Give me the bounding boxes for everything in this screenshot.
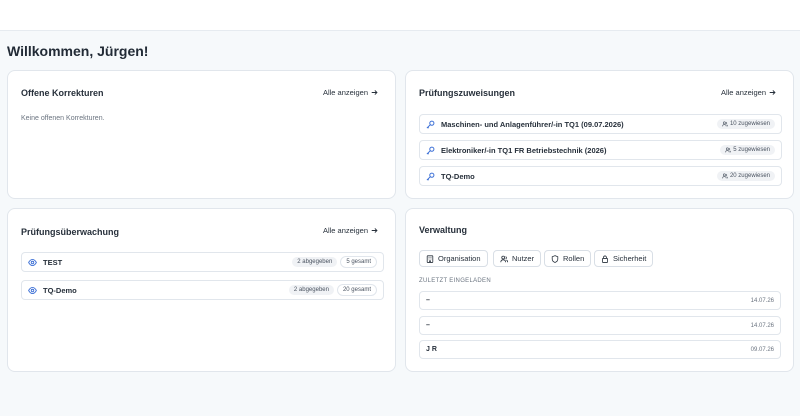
recently-invited-label: Zuletzt eingeladen <box>419 278 491 284</box>
button-label: Rollen <box>563 254 585 263</box>
empty-state-text: Keine offenen Korrekturen. <box>21 115 105 122</box>
rollen-button[interactable]: Rollen <box>544 250 592 267</box>
nutzer-button[interactable]: Nutzer <box>493 250 542 267</box>
invitee-name: – <box>426 297 430 304</box>
assigned-badge: 10 zugewiesen <box>716 119 775 129</box>
card-title: Prüfungszuweisungen <box>419 88 516 98</box>
arrow-right-icon <box>769 90 776 95</box>
key-icon <box>426 120 435 129</box>
organisation-button[interactable]: Organisation <box>419 250 488 267</box>
button-label: Sicherheit <box>613 254 647 263</box>
arrow-right-icon <box>371 228 378 233</box>
lock-icon <box>602 255 608 263</box>
key-icon <box>426 146 435 155</box>
card-pruefungszuweisungen: Prüfungszuweisungen Alle anzeigen Maschi… <box>405 70 794 199</box>
assignment-row[interactable]: Maschinen- und Anlagenführer/-in TQ1 (09… <box>419 114 782 134</box>
invitee-name: – <box>426 322 430 329</box>
show-all-label: Alle anzeigen <box>322 226 368 235</box>
invite-date: 09.07.26 <box>750 346 774 353</box>
card-title: Offene Korrekturen <box>21 88 104 98</box>
eye-icon <box>28 258 37 267</box>
monitoring-row[interactable]: TQ-Demo 2 abgegeben 20 gesamt <box>21 280 384 300</box>
eye-icon <box>28 286 37 295</box>
users-icon <box>725 147 732 153</box>
sicherheit-button[interactable]: Sicherheit <box>594 250 654 267</box>
page-title: Willkommen, Jürgen! <box>7 43 149 59</box>
card-title: Verwaltung <box>419 225 468 235</box>
show-all-link[interactable]: Alle anzeigen <box>323 88 378 97</box>
assigned-count: 10 zugewiesen <box>729 121 770 127</box>
assigned-badge: 5 zugewiesen <box>720 145 775 155</box>
button-label: Organisation <box>438 254 481 263</box>
button-label: Nutzer <box>512 254 535 263</box>
invite-row[interactable]: J R 09.07.26 <box>419 340 781 359</box>
invite-date: 14.07.26 <box>750 297 774 304</box>
exam-name: TQ-Demo <box>43 285 77 295</box>
show-all-link[interactable]: Alle anzeigen <box>721 88 776 97</box>
invite-row[interactable]: – 14.07.26 <box>419 316 781 335</box>
assignment-row[interactable]: TQ-Demo 20 zugewiesen <box>419 166 782 186</box>
assignment-name: Elektroniker/-in TQ1 FR Betriebstechnik … <box>441 145 607 155</box>
users-icon <box>500 255 508 262</box>
invite-date: 14.07.26 <box>750 322 774 329</box>
assigned-count: 5 zugewiesen <box>733 147 770 153</box>
invite-row[interactable]: – 14.07.26 <box>419 291 781 310</box>
key-icon <box>426 172 435 181</box>
submitted-badge: 2 abgegeben <box>292 257 338 267</box>
assigned-badge: 20 zugewiesen <box>716 171 775 181</box>
building-icon <box>426 254 434 263</box>
users-icon <box>722 121 728 127</box>
top-bar <box>0 0 800 31</box>
submitted-badge: 2 abgegeben <box>288 285 334 295</box>
assignment-name: Maschinen- und Anlagenführer/-in TQ1 (09… <box>441 119 624 129</box>
shield-icon <box>551 254 559 263</box>
card-title: Prüfungsüberwachung <box>21 227 120 237</box>
show-all-label: Alle anzeigen <box>720 88 766 97</box>
users-icon <box>722 173 728 179</box>
invitee-name: J R <box>426 346 437 353</box>
assigned-count: 20 zugewiesen <box>729 173 770 179</box>
total-badge: 20 gesamt <box>336 284 377 296</box>
arrow-right-icon <box>371 90 378 95</box>
show-all-label: Alle anzeigen <box>322 88 368 97</box>
show-all-link[interactable]: Alle anzeigen <box>323 226 378 235</box>
card-pruefungsueberwachung: Prüfungsüberwachung Alle anzeigen TEST 2… <box>7 208 396 372</box>
card-verwaltung: Verwaltung Organisation Nutzer Rollen Si… <box>405 208 794 372</box>
exam-name: TEST <box>43 257 63 267</box>
card-offene-korrekturen: Offene Korrekturen Alle anzeigen Keine o… <box>7 70 396 199</box>
assignment-row[interactable]: Elektroniker/-in TQ1 FR Betriebstechnik … <box>419 140 782 160</box>
total-badge: 5 gesamt <box>340 256 377 268</box>
monitoring-row[interactable]: TEST 2 abgegeben 5 gesamt <box>21 252 384 272</box>
assignment-name: TQ-Demo <box>441 171 475 181</box>
